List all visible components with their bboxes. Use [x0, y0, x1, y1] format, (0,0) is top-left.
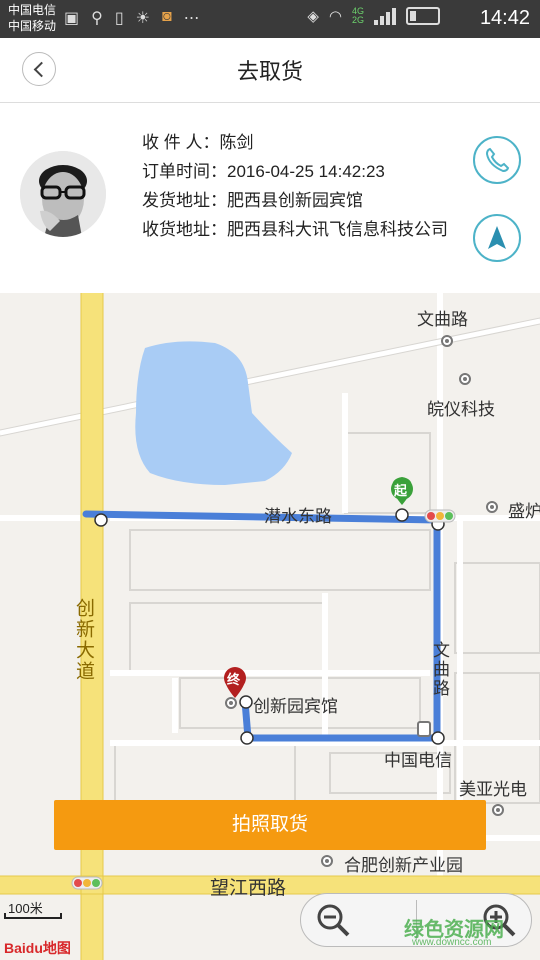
- order-info-card: 收 件 人：陈剑 订单时间：2016-04-25 14:42:23 发货地址：肥…: [0, 103, 540, 293]
- map-label-wenqu-road: 文曲路: [417, 310, 468, 329]
- end-marker-label: 终: [227, 672, 241, 687]
- status-bar: 中国电信 中国移动 ▣ ⚲ ▯ ☀ ◙ ⋯ ◈ ◠ 4G 2G 14:42: [0, 0, 540, 38]
- app-icon: ◙: [162, 8, 172, 25]
- map-label-wanyi-tech: 皖仪科技: [427, 400, 495, 419]
- ship-address-value: 肥西县创新园宾馆: [227, 191, 363, 210]
- zoom-out-button[interactable]: [313, 900, 353, 940]
- map-label-chuangxin-hotel: 创新园宾馆: [253, 697, 338, 716]
- photo-pickup-button[interactable]: 拍照取货: [54, 800, 486, 850]
- map-label-hefei-park: 合肥创新产业园: [344, 856, 463, 875]
- zoom-out-icon: [317, 904, 350, 937]
- order-time-value: 2016-04-25 14:42:23: [227, 162, 385, 181]
- navigation-arrow-icon: [488, 226, 506, 249]
- navigate-button[interactable]: [473, 214, 521, 262]
- recipient-name: 陈剑: [219, 133, 254, 152]
- receive-address-label: 收货地址：: [142, 220, 227, 239]
- poi-dot: [459, 373, 471, 385]
- recipient-row: 收 件 人：陈剑: [142, 131, 472, 154]
- order-time-label: 订单时间：: [142, 162, 227, 181]
- ship-address-label: 发货地址：: [142, 191, 227, 210]
- avatar: [20, 151, 106, 237]
- more-icon: ⋯: [183, 10, 200, 27]
- battery-icon: [406, 7, 440, 25]
- order-time-row: 订单时间：2016-04-25 14:42:23: [142, 160, 472, 183]
- map-label-qianshui-east-road: 潜水东路: [264, 507, 332, 526]
- traffic-light-icon: [424, 509, 456, 523]
- poi-dot: [492, 804, 504, 816]
- wifi-icon: ◠: [328, 8, 342, 25]
- carrier-1: 中国电信: [8, 3, 57, 17]
- page-title: 去取货: [236, 59, 303, 84]
- map-label-shengjia: 盛炉: [508, 502, 540, 521]
- map-label-china-telecom: 中国电信: [384, 751, 452, 770]
- map-label-wenqu-road-side: 文曲路: [430, 641, 449, 698]
- signal-icon: [374, 7, 396, 25]
- map-label-meiya: 美亚光电: [459, 780, 527, 799]
- phone-icon: [485, 147, 510, 173]
- carrier-2: 中国移动: [8, 19, 57, 33]
- system-icons: ◈ ◠ 4G 2G: [307, 7, 440, 25]
- map-scale-bar: [4, 913, 62, 919]
- poi-dot: [486, 501, 498, 513]
- start-marker-label: 起: [394, 483, 408, 498]
- network-badge: 4G 2G: [351, 6, 364, 25]
- location-icon: ⚲: [91, 10, 103, 27]
- carrier-info: 中国电信 中国移动: [8, 2, 56, 34]
- watermark-url: www.downcc.com: [412, 937, 492, 948]
- baidu-map-logo: Baidu地图: [4, 940, 71, 956]
- map-label-chuangxin-avenue: 创新大道: [73, 598, 94, 682]
- notification-icons: ▣ ⚲ ▯ ☀ ◙ ⋯: [64, 8, 200, 28]
- poi-dot: [225, 697, 237, 709]
- poi-dot: [321, 855, 333, 867]
- building-icon: [417, 721, 431, 737]
- map-label-wangjiang-west-road: 望江西路: [210, 878, 287, 899]
- route-map[interactable]: 起 终 文曲路 皖仪科技 盛炉 潜水东路 创新大道 文曲路 创新园宾馆 中国电信…: [0, 293, 540, 960]
- sun-icon: ☀: [135, 10, 150, 27]
- vibrate-icon: ◈: [307, 8, 319, 25]
- poi-dot: [441, 335, 453, 347]
- call-button[interactable]: [473, 136, 521, 184]
- ship-address-row: 发货地址：肥西县创新园宾馆: [142, 189, 472, 212]
- order-details: 收 件 人：陈剑 订单时间：2016-04-25 14:42:23 发货地址：肥…: [142, 131, 472, 247]
- sim-icon: ▯: [114, 10, 124, 27]
- receive-address-value: 肥西县科大讯飞信息科技公司: [227, 220, 448, 239]
- image-icon: ▣: [64, 10, 80, 27]
- top-bar: 去取货: [0, 38, 540, 103]
- recipient-label: 收 件 人：: [142, 133, 220, 152]
- receive-address-row: 收货地址：肥西县科大讯飞信息科技公司: [142, 218, 472, 241]
- clock: 14:42: [479, 7, 530, 29]
